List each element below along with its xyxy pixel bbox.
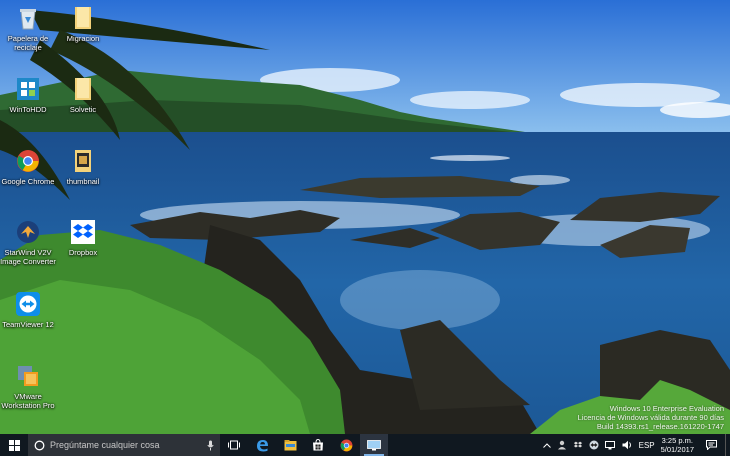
desktop-icon-label: TeamViewer 12 — [2, 320, 54, 329]
desktop-icon-label: Google Chrome — [1, 177, 55, 186]
taskbar-clock[interactable]: 3:25 p.m. 5/01/2017 — [658, 434, 697, 456]
task-view-icon — [228, 440, 240, 450]
taskbar-task-view[interactable] — [220, 434, 248, 456]
teamviewer-icon — [589, 440, 599, 450]
cortana-icon — [34, 440, 45, 450]
desktop-icon-label: VMware Workstation Pro — [1, 392, 55, 410]
desktop-icon-label: Migracion — [66, 34, 100, 43]
desktop-icon-dropbox[interactable]: Dropbox — [52, 219, 114, 257]
taskbar-edge[interactable] — [248, 434, 276, 456]
desktop-icon-recycle-bin[interactable]: Papelera de reciclaje — [0, 5, 59, 52]
desktop-icon-google-chrome[interactable]: Google Chrome — [0, 148, 59, 186]
desktop-icon-wintohdd[interactable]: WinToHDD — [0, 76, 59, 114]
taskbar-remote-desktop[interactable] — [360, 434, 388, 456]
starwind-icon — [15, 219, 41, 245]
desktop-icon-thumbnail[interactable]: thumbnail — [52, 148, 114, 186]
taskbar-store[interactable] — [304, 434, 332, 456]
watermark-edition: Windows 10 Enterprise Evaluation — [609, 404, 724, 413]
desktop-icon-migracion[interactable]: Migracion — [52, 5, 114, 43]
desktop-wallpaper — [0, 0, 730, 434]
system-tray: ESP 3:25 p.m. 5/01/2017 — [540, 434, 730, 456]
desktop-icon-label: Solvetic — [69, 105, 97, 114]
tray-item[interactable] — [586, 434, 602, 456]
dropbox-icon — [70, 219, 96, 245]
watermark-license: Licencia de Windows válida durante 90 dí… — [577, 413, 724, 422]
wintohdd-icon — [15, 76, 41, 102]
tray-show-hidden-button[interactable] — [540, 434, 554, 456]
microphone-icon[interactable] — [207, 440, 214, 451]
desktop-icon-teamviewer[interactable]: TeamViewer 12 — [0, 291, 59, 329]
dropbox-icon — [573, 441, 582, 448]
vmware-icon — [15, 363, 41, 389]
search-placeholder: Pregúntame cualquier cosa — [50, 440, 160, 450]
desktop-icon-label: Dropbox — [68, 248, 98, 257]
tray-volume[interactable] — [619, 434, 636, 456]
windows-evaluation-watermark: Windows 10 Enterprise Evaluation Licenci… — [578, 404, 724, 431]
teamviewer-icon — [15, 291, 41, 317]
clock-date: 5/01/2017 — [660, 445, 694, 454]
edge-icon — [256, 439, 268, 451]
clock-time: 3:25 p.m. — [661, 436, 693, 445]
action-center-button[interactable] — [697, 434, 725, 456]
cortana-search-box[interactable]: Pregúntame cualquier cosa — [28, 434, 220, 456]
desktop-icon-label: thumbnail — [66, 177, 100, 186]
desktop-icon-solvetic[interactable]: Solvetic — [52, 76, 114, 114]
folder-icon — [70, 76, 96, 102]
tray-item[interactable] — [554, 434, 570, 456]
taskbar: Pregúntame cualquier cosa ESP 3:25 p.m. … — [0, 434, 730, 456]
chrome-icon — [15, 148, 41, 174]
desktop-icon-label: WinToHDD — [9, 105, 47, 114]
windows-logo-icon — [8, 439, 20, 451]
desktop-icon-starwind[interactable]: StarWind V2V Image Converter — [0, 219, 59, 266]
input-language-indicator[interactable]: ESP — [636, 434, 658, 456]
watermark-build: Build 14393.rs1_release.161220-1747 — [596, 422, 724, 431]
speaker-icon — [622, 440, 631, 450]
image-file-icon — [70, 148, 96, 174]
desktop-icon-label: StarWind V2V Image Converter — [0, 248, 56, 266]
start-button[interactable] — [0, 434, 28, 456]
recycle-bin-icon — [15, 5, 41, 31]
tray-network[interactable] — [602, 434, 619, 456]
taskbar-chrome[interactable] — [332, 434, 360, 456]
desktop-icon-vmware[interactable]: VMware Workstation Pro — [0, 363, 59, 410]
chevron-up-icon — [542, 442, 551, 448]
file-explorer-icon — [284, 439, 296, 450]
people-icon — [557, 440, 566, 450]
network-icon — [604, 440, 615, 449]
taskbar-file-explorer[interactable] — [276, 434, 304, 456]
folder-icon — [70, 5, 96, 31]
store-icon — [313, 439, 323, 451]
chrome-icon — [340, 439, 352, 451]
show-desktop-button[interactable] — [725, 434, 730, 456]
desktop-icon-label: Papelera de reciclaje — [7, 34, 49, 52]
notification-icon — [705, 440, 717, 450]
remote-desktop-icon — [367, 439, 381, 450]
tray-item[interactable] — [570, 434, 586, 456]
